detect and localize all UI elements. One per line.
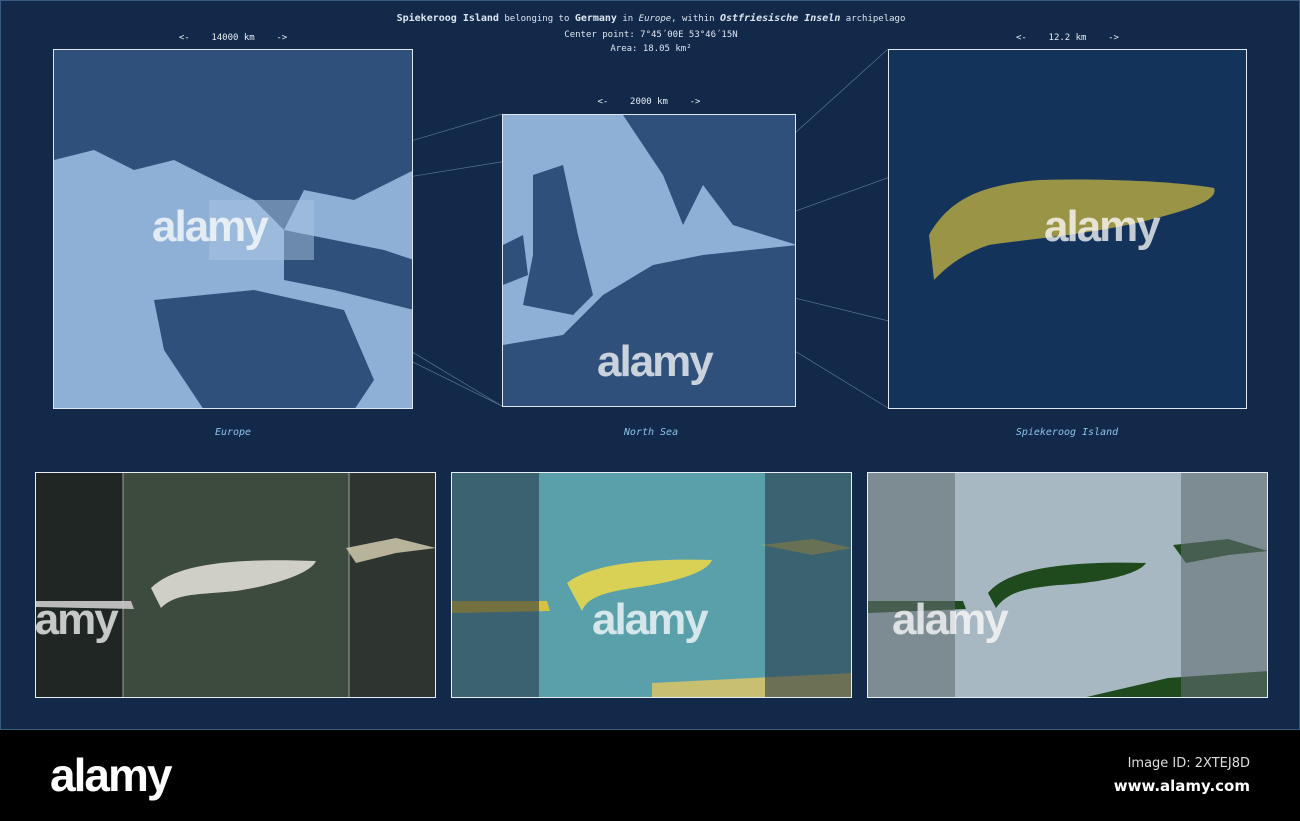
website-link[interactable]: www.alamy.com: [1114, 777, 1250, 795]
flat-panel[interactable]: alamy: [867, 472, 1268, 698]
footer-bar: [0, 730, 1300, 821]
north-sea-map[interactable]: alamy: [502, 114, 796, 407]
watermark: alamy: [152, 202, 269, 251]
label-island: Spiekeroog Island: [1015, 427, 1119, 438]
watermark: alamy: [892, 595, 1009, 644]
image-id: Image ID: 2XTEJ8D: [1127, 756, 1250, 771]
watermark: alamy: [1044, 202, 1161, 251]
europe-map[interactable]: alamy: [53, 49, 413, 409]
satellite-panel[interactable]: alamy: [35, 472, 436, 698]
flat-image: [868, 473, 1267, 697]
island-map[interactable]: alamy: [888, 49, 1247, 409]
alamy-logo: alamy: [50, 749, 172, 801]
watermark: alamy: [35, 595, 119, 644]
watermark: alamy: [597, 337, 714, 386]
topo-panel[interactable]: alamy: [451, 472, 852, 698]
satellite-image: [36, 473, 435, 697]
watermark: alamy: [592, 595, 709, 644]
topo-image: [452, 473, 851, 697]
label-north-sea: North Sea: [623, 427, 679, 438]
label-europe: Europe: [214, 427, 252, 438]
map-composition: Spiekeroog Island belonging to Germany i…: [0, 0, 1300, 730]
